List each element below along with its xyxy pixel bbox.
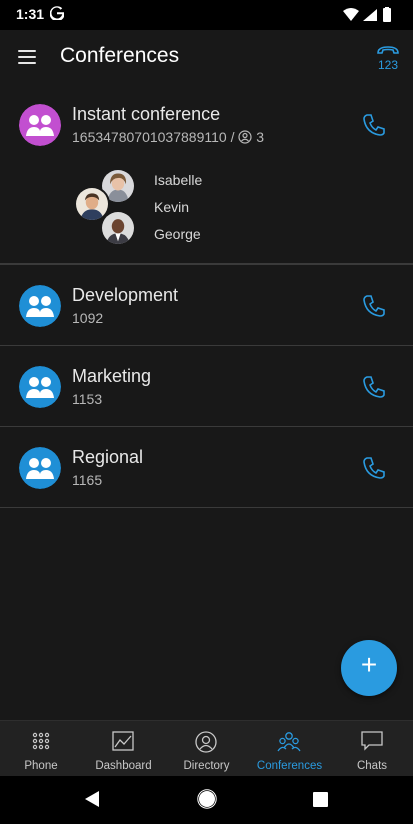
person-icon [195,731,217,753]
recents-icon[interactable] [313,792,328,807]
call-icon[interactable] [361,455,387,481]
conference-number-line: 16534780701037889110 / 3 [72,129,264,145]
conference-icon [19,447,61,489]
plus-icon: + [360,649,378,680]
participant-name: Isabelle [154,172,203,188]
conference-number: 1165 [72,472,103,488]
participant-count: 3 [256,129,265,145]
dialpad-label: 123 [377,58,399,72]
status-time: 1:31 [16,6,45,22]
nav-item-phone[interactable]: Phone [0,721,82,777]
chat-bubble-icon [361,731,383,751]
participant-names: Isabelle Kevin George [154,172,202,253]
menu-button[interactable] [14,42,44,72]
participants-icon [238,130,252,144]
conference-name: Development [72,285,179,305]
app-bar: Conferences 123 [0,30,413,86]
chart-icon [112,731,134,751]
conference-list: Instant conference 16534780701037889110 … [0,86,413,720]
conference-number: 1153 [72,391,103,407]
participant-name: Kevin [154,199,190,215]
conference-row[interactable]: Instant conference 16534780701037889110 … [0,86,413,264]
conference-row[interactable]: Regional 1165 [0,427,413,508]
page-title: Conferences [60,44,180,67]
people-icon [277,732,301,752]
call-icon[interactable] [361,112,387,138]
nav-item-dashboard[interactable]: Dashboard [82,721,165,777]
conference-icon [19,285,61,327]
nav-label: Phone [24,760,58,772]
separator: / [230,129,239,145]
status-icons [343,7,391,22]
add-conference-button[interactable]: + [341,640,397,696]
nav-label: Directory [183,760,230,772]
nav-label: Chats [356,760,388,772]
call-icon[interactable] [361,293,387,319]
system-nav-bar [0,776,413,824]
home-icon[interactable] [197,789,217,809]
wifi-icon [343,8,359,21]
bottom-nav: Phone Dashboard Directory Conferences Ch… [0,720,413,776]
signal-icon [363,9,377,21]
conference-name: Regional [72,447,144,467]
call-icon[interactable] [361,374,387,400]
conference-row[interactable]: Marketing 1153 [0,346,413,427]
dialpad-icon [32,732,50,750]
conference-icon [19,366,61,408]
phone-handset-icon [377,46,399,54]
conference-name: Marketing [72,366,152,386]
participant-name: George [154,226,201,242]
conference-icon [19,104,61,146]
status-bar: 1:31 [0,0,413,30]
participant-avatar-george [100,210,136,246]
back-icon[interactable] [84,790,100,808]
google-icon [50,6,64,20]
battery-icon [383,8,391,22]
conference-name: Instant conference [72,104,221,124]
nav-item-conferences[interactable]: Conferences [248,721,331,777]
conference-number: 1092 [72,310,104,326]
nav-label: Conferences [256,760,323,772]
dialpad-button[interactable]: 123 [375,44,401,72]
nav-label: Dashboard [95,760,152,772]
nav-item-chats[interactable]: Chats [331,721,413,777]
conference-number: 16534780701037889110 [72,129,227,145]
conference-row[interactable]: Development 1092 [0,264,413,346]
nav-item-directory[interactable]: Directory [165,721,248,777]
